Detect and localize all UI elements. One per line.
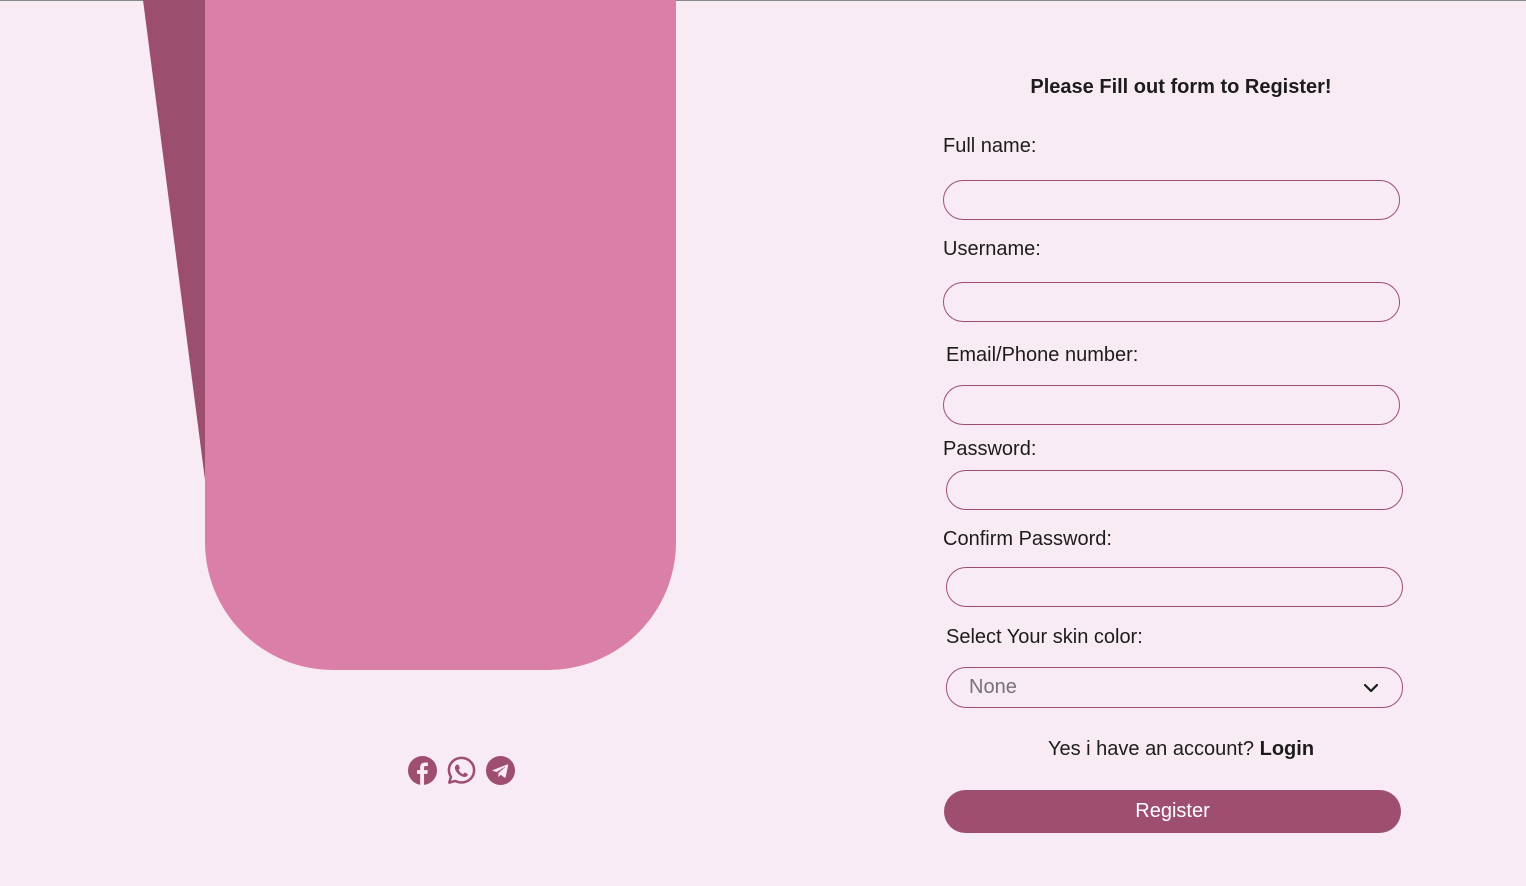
decorative-pink-panel bbox=[205, 0, 676, 670]
login-link[interactable]: Login bbox=[1260, 738, 1314, 760]
telegram-icon[interactable] bbox=[485, 755, 516, 786]
login-prompt: Yes i have an account? Login bbox=[940, 738, 1422, 761]
full-name-label: Full name: bbox=[943, 135, 1037, 157]
social-links bbox=[407, 755, 516, 786]
full-name-input[interactable] bbox=[943, 180, 1400, 220]
skin-color-label: Select Your skin color: bbox=[946, 626, 1143, 648]
contact-input[interactable] bbox=[943, 385, 1400, 425]
skin-color-selected-value: None bbox=[969, 676, 1017, 698]
login-prompt-text: Yes i have an account? bbox=[1047, 738, 1255, 760]
register-page: Please Fill out form to Register! Full n… bbox=[0, 0, 1526, 886]
contact-label: Email/Phone number: bbox=[946, 344, 1139, 366]
register-form: Please Fill out form to Register! Full n… bbox=[940, 0, 1410, 886]
confirm-password-input[interactable] bbox=[946, 567, 1403, 607]
password-input[interactable] bbox=[946, 470, 1403, 510]
whatsapp-icon[interactable] bbox=[446, 755, 477, 786]
username-label: Username: bbox=[943, 238, 1041, 260]
username-input[interactable] bbox=[943, 282, 1400, 322]
form-title: Please Fill out form to Register! bbox=[1030, 76, 1332, 98]
chevron-down-icon bbox=[1363, 683, 1379, 692]
skin-color-select[interactable]: None bbox=[946, 667, 1403, 708]
password-label: Password: bbox=[943, 438, 1037, 460]
register-button[interactable]: Register bbox=[944, 790, 1401, 833]
facebook-icon[interactable] bbox=[407, 755, 438, 786]
confirm-password-label: Confirm Password: bbox=[943, 528, 1112, 550]
